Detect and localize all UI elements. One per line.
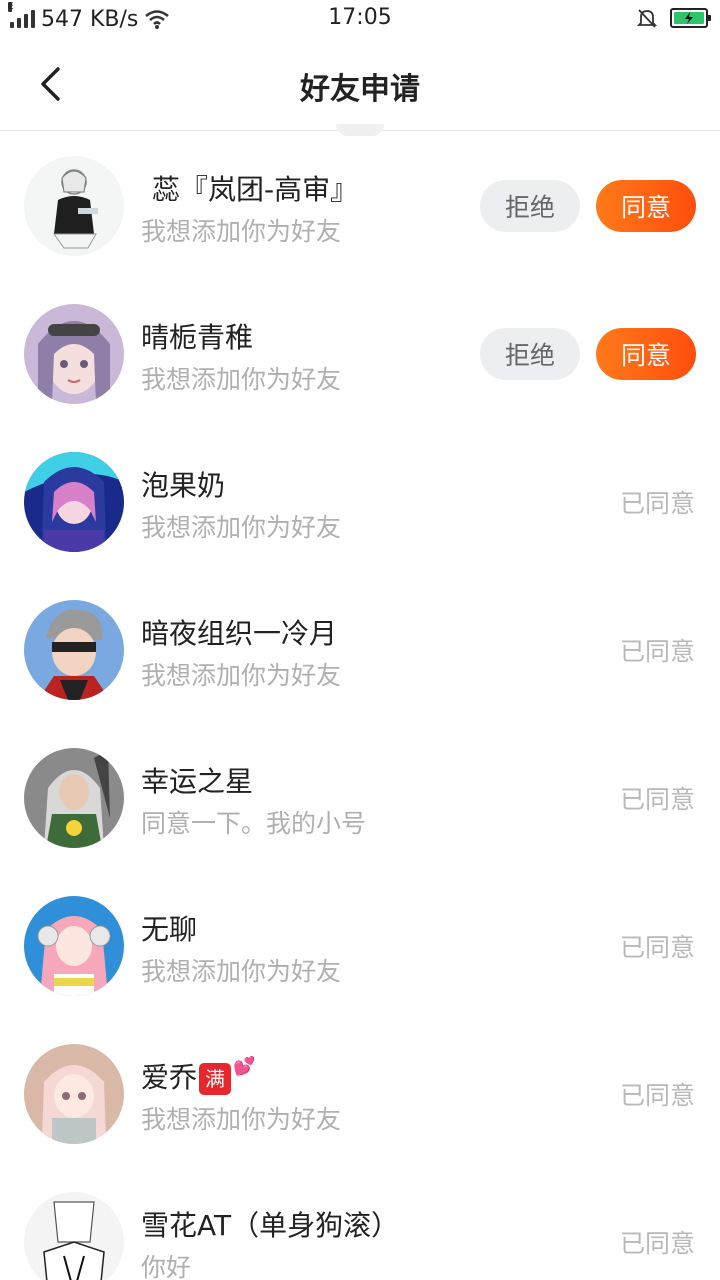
accept-button[interactable]: 同意 [596, 180, 696, 232]
avatar[interactable] [24, 1044, 124, 1144]
nav-header: 好友申请 [0, 38, 720, 131]
requester-name: 蕊『岚团-高审』 [152, 173, 359, 206]
accepted-status: 已同意 [619, 637, 695, 666]
accepted-status: 已同意 [619, 489, 695, 518]
avatar[interactable] [24, 896, 124, 996]
status-right [636, 7, 711, 29]
battery-icon [670, 8, 711, 28]
accepted-status: 已同意 [619, 1229, 695, 1258]
requester-name: 晴栀青稚 [141, 321, 254, 354]
accepted-status: 已同意 [619, 933, 695, 962]
requester-name: 暗夜组织一冷月 [141, 617, 338, 650]
request-message: 我想添加你为好友 [141, 957, 342, 986]
list-item[interactable]: 幸运之星 同意一下。我的小号 已同意 [0, 726, 720, 874]
request-message: 我想添加你为好友 [141, 513, 342, 542]
accept-button[interactable]: 同意 [596, 328, 696, 380]
full-badge: 满 [199, 1063, 232, 1095]
request-message: 你好 [141, 1253, 192, 1280]
requester-name: 幸运之星 [141, 765, 254, 798]
avatar[interactable] [24, 1192, 124, 1280]
request-message: 我想添加你为好友 [141, 365, 342, 394]
avatar[interactable] [24, 156, 124, 256]
avatar[interactable] [24, 452, 124, 552]
list-item[interactable]: 无聊 我想添加你为好友 已同意 [0, 874, 720, 1022]
list-item[interactable]: 爱乔 满💕 我想添加你为好友 已同意 [0, 1022, 720, 1170]
requester-name: 泡果奶 [141, 469, 226, 502]
list-item[interactable]: 蕊『岚团-高审』 我想添加你为好友 拒绝 同意 [0, 134, 720, 282]
avatar[interactable] [24, 304, 124, 404]
page-title: 好友申请 [300, 72, 420, 107]
list-item[interactable]: 晴栀青稚 我想添加你为好友 拒绝 同意 [0, 282, 720, 430]
friend-request-list: 蕊『岚团-高审』 我想添加你为好友 拒绝 同意 晴栀青稚 我想添加你为好友 拒绝… [0, 134, 720, 1280]
accepted-status: 已同意 [619, 785, 695, 814]
list-item[interactable]: 暗夜组织一冷月 我想添加你为好友 已同意 [0, 578, 720, 726]
requester-name: 雪花AT（单身狗滚） [141, 1209, 400, 1242]
list-item[interactable]: 泡果奶 我想添加你为好友 已同意 [0, 430, 720, 578]
request-message: 同意一下。我的小号 [141, 809, 367, 838]
reject-button[interactable]: 拒绝 [480, 180, 580, 232]
list-item[interactable]: 雪花AT（单身狗滚） 你好 已同意 [0, 1170, 720, 1280]
clock: 17:05 [328, 5, 392, 30]
avatar[interactable] [24, 748, 124, 848]
request-message: 我想添加你为好友 [141, 661, 342, 690]
request-message: 我想添加你为好友 [141, 1105, 342, 1134]
status-bar: E 547 KB/s 17:05 [0, 0, 720, 38]
hearts-icon: 💕 [233, 1056, 256, 1077]
requester-name: 无聊 [141, 913, 198, 946]
request-message: 我想添加你为好友 [141, 217, 342, 246]
reject-button[interactable]: 拒绝 [480, 328, 580, 380]
accepted-status: 已同意 [619, 1081, 695, 1110]
requester-name: 爱乔 满💕 [141, 1056, 256, 1095]
avatar[interactable] [24, 600, 124, 700]
bell-muted-icon [636, 9, 658, 28]
